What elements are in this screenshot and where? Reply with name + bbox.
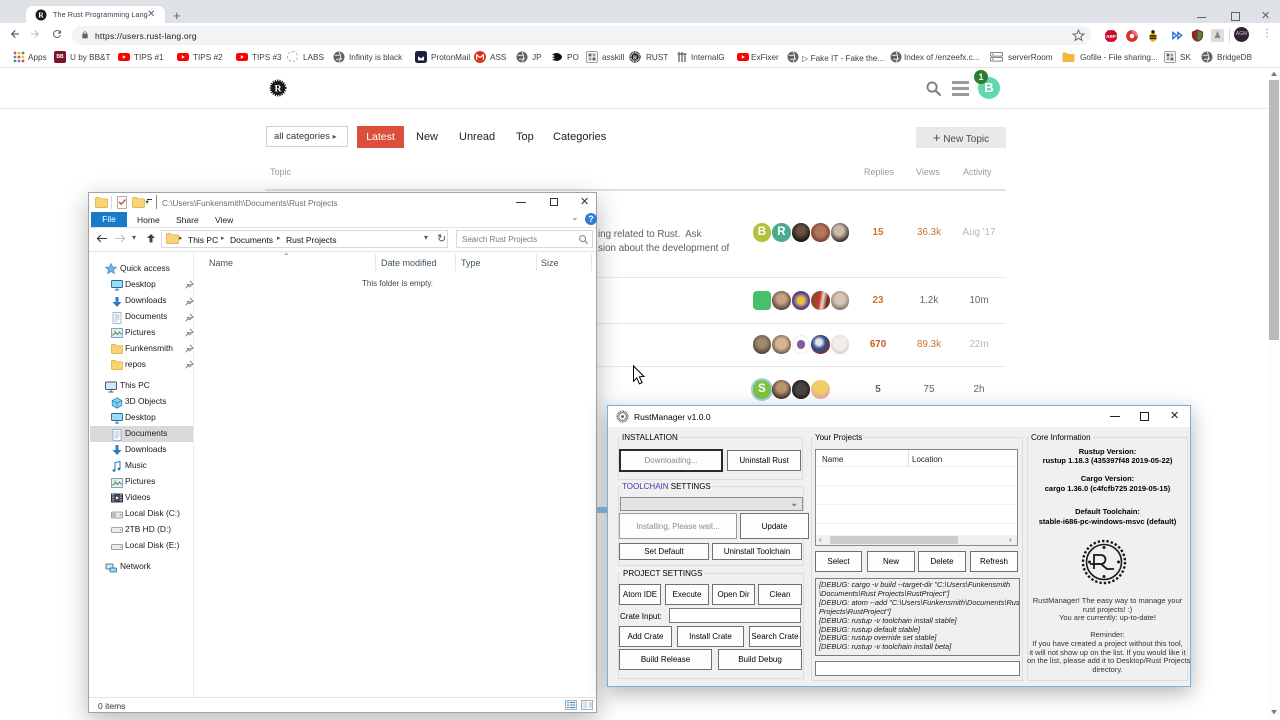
svg-text:R: R [38,11,44,20]
svg-text:R: R [633,55,638,61]
svg-text:R: R [274,83,282,94]
svg-text:ABP: ABP [1106,34,1116,39]
